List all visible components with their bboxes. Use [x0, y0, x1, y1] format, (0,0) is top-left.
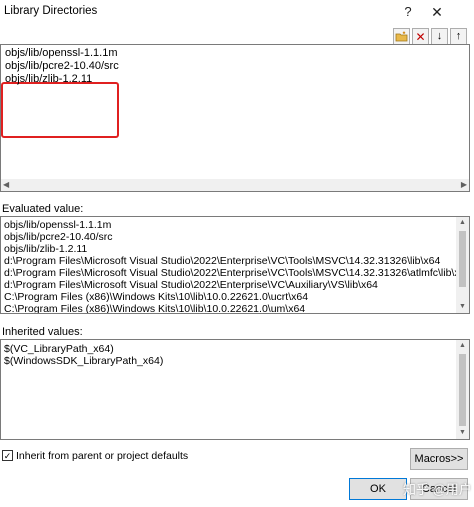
evaluated-line: C:\Program Files (x86)\Windows Kits\10\l… [4, 303, 306, 314]
list-item[interactable]: objs/lib/openssl-1.1.1m [5, 47, 118, 59]
evaluated-line: objs/lib/zlib-1.2.11 [4, 243, 88, 255]
evaluated-scrollbar[interactable]: ▲ ▼ [456, 217, 469, 313]
evaluated-line: d:\Program Files\Microsoft Visual Studio… [4, 267, 470, 279]
ok-button[interactable]: OK [349, 478, 407, 500]
watermark: 知乎 @用户 [403, 482, 472, 497]
move-up-button[interactable]: ↑ [450, 28, 467, 45]
inherited-values-label: Inherited values: [2, 326, 83, 338]
highlight-box [1, 82, 119, 138]
title-bar: Library Directories ? ✕ [0, 0, 474, 24]
scroll-down-icon[interactable]: ▼ [456, 301, 469, 313]
scroll-thumb[interactable] [459, 231, 466, 287]
macros-button[interactable]: Macros>> [410, 448, 468, 470]
list-item[interactable]: objs/lib/zlib-1.2.11 [5, 73, 92, 85]
list-item[interactable]: objs/lib/pcre2-10.40/src [5, 60, 119, 72]
scroll-down-icon[interactable]: ▼ [456, 427, 469, 439]
delete-icon: ✕ [415, 29, 426, 44]
inherited-values-box: $(VC_LibraryPath_x64) $(WindowsSDK_Libra… [0, 339, 470, 440]
evaluated-line: d:\Program Files\Microsoft Visual Studio… [4, 279, 378, 291]
inherited-line: $(WindowsSDK_LibraryPath_x64) [4, 355, 164, 367]
inherited-line: $(VC_LibraryPath_x64) [4, 343, 114, 355]
evaluated-line: C:\Program Files (x86)\Windows Kits\10\l… [4, 291, 309, 303]
scroll-left-icon[interactable]: ◀ [3, 179, 9, 191]
inherit-checkbox-label[interactable]: Inherit from parent or project defaults [16, 450, 188, 462]
arrow-down-icon: ↓ [436, 30, 443, 42]
inherit-checkbox[interactable]: ✓ [2, 450, 13, 461]
evaluated-value-box: objs/lib/openssl-1.1.1m objs/lib/pcre2-1… [0, 216, 470, 314]
arrow-up-icon: ↑ [455, 30, 462, 42]
scroll-thumb[interactable] [459, 354, 466, 426]
evaluated-line: objs/lib/openssl-1.1.1m [4, 219, 112, 231]
scroll-up-icon[interactable]: ▲ [456, 340, 469, 352]
evaluated-line: d:\Program Files\Microsoft Visual Studio… [4, 255, 441, 267]
window-title: Library Directories [4, 5, 98, 17]
close-button[interactable]: ✕ [426, 2, 448, 22]
delete-button[interactable]: ✕ [412, 28, 429, 45]
new-line-button[interactable] [393, 28, 410, 45]
horizontal-scrollbar[interactable]: ◀ ▶ [1, 179, 469, 191]
evaluated-value-label: Evaluated value: [2, 203, 84, 215]
folder-new-icon [395, 31, 408, 42]
inherited-scrollbar[interactable]: ▲ ▼ [456, 340, 469, 439]
help-button[interactable]: ? [397, 2, 419, 22]
evaluated-line: objs/lib/pcre2-10.40/src [4, 231, 113, 243]
scroll-right-icon[interactable]: ▶ [461, 179, 467, 191]
directory-list[interactable]: objs/lib/openssl-1.1.1m objs/lib/pcre2-1… [0, 44, 470, 192]
move-down-button[interactable]: ↓ [431, 28, 448, 45]
scroll-up-icon[interactable]: ▲ [456, 217, 469, 229]
